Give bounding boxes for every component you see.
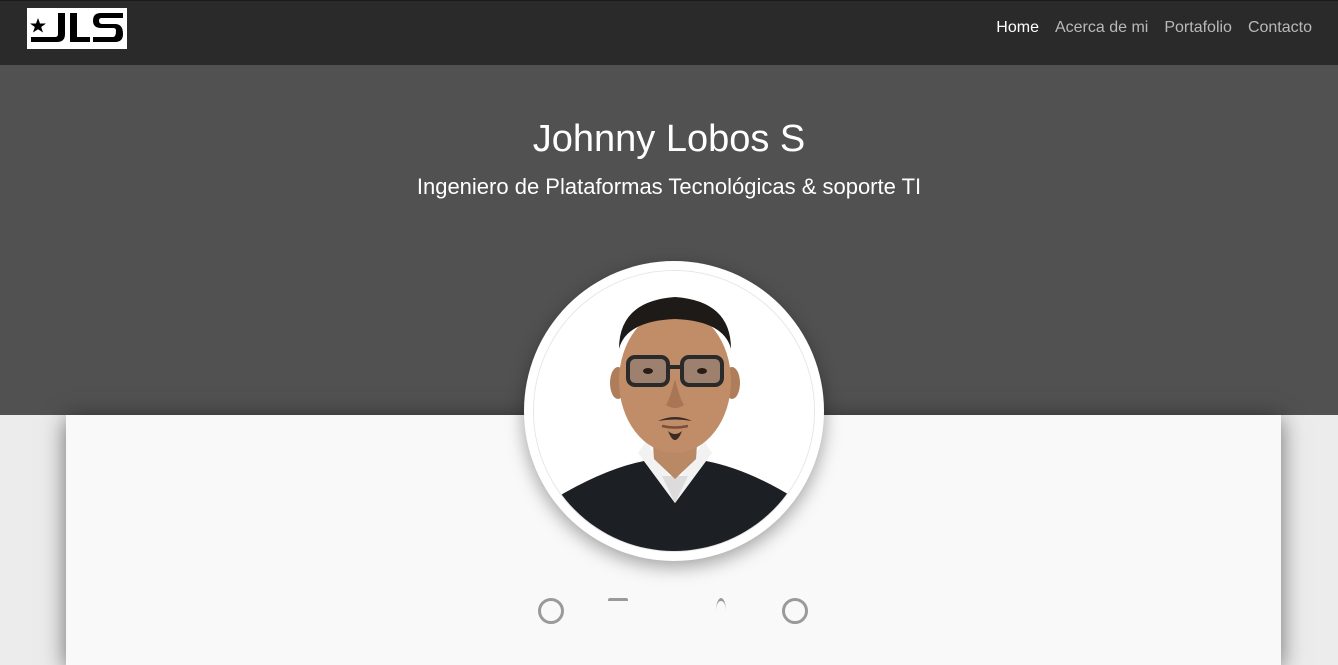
nav-portafolio[interactable]: Portafolio [1164, 18, 1232, 38]
nav-menu: Home Acerca de mi Portafolio Contacto [996, 18, 1312, 38]
profile-photo-icon [534, 271, 814, 551]
social-icons-row [530, 598, 820, 624]
jls-logo-icon [30, 13, 123, 42]
profile-photo [533, 270, 815, 552]
hero-title: Johnny Lobos S [532, 118, 806, 160]
social-icon-3[interactable] [716, 598, 726, 624]
profile-avatar [524, 261, 824, 561]
brand-logo[interactable] [27, 8, 127, 49]
social-icon-2[interactable] [608, 598, 628, 624]
hero-subtitle: Ingeniero de Plataformas Tecnológicas & … [416, 174, 922, 199]
top-navbar: Home Acerca de mi Portafolio Contacto [0, 0, 1338, 65]
nav-home[interactable]: Home [996, 18, 1039, 38]
star-icon [30, 18, 46, 33]
social-icon-4[interactable] [782, 598, 808, 624]
nav-acerca[interactable]: Acerca de mi [1055, 18, 1148, 38]
social-icon-1[interactable] [538, 598, 564, 624]
nav-contacto[interactable]: Contacto [1248, 18, 1312, 38]
